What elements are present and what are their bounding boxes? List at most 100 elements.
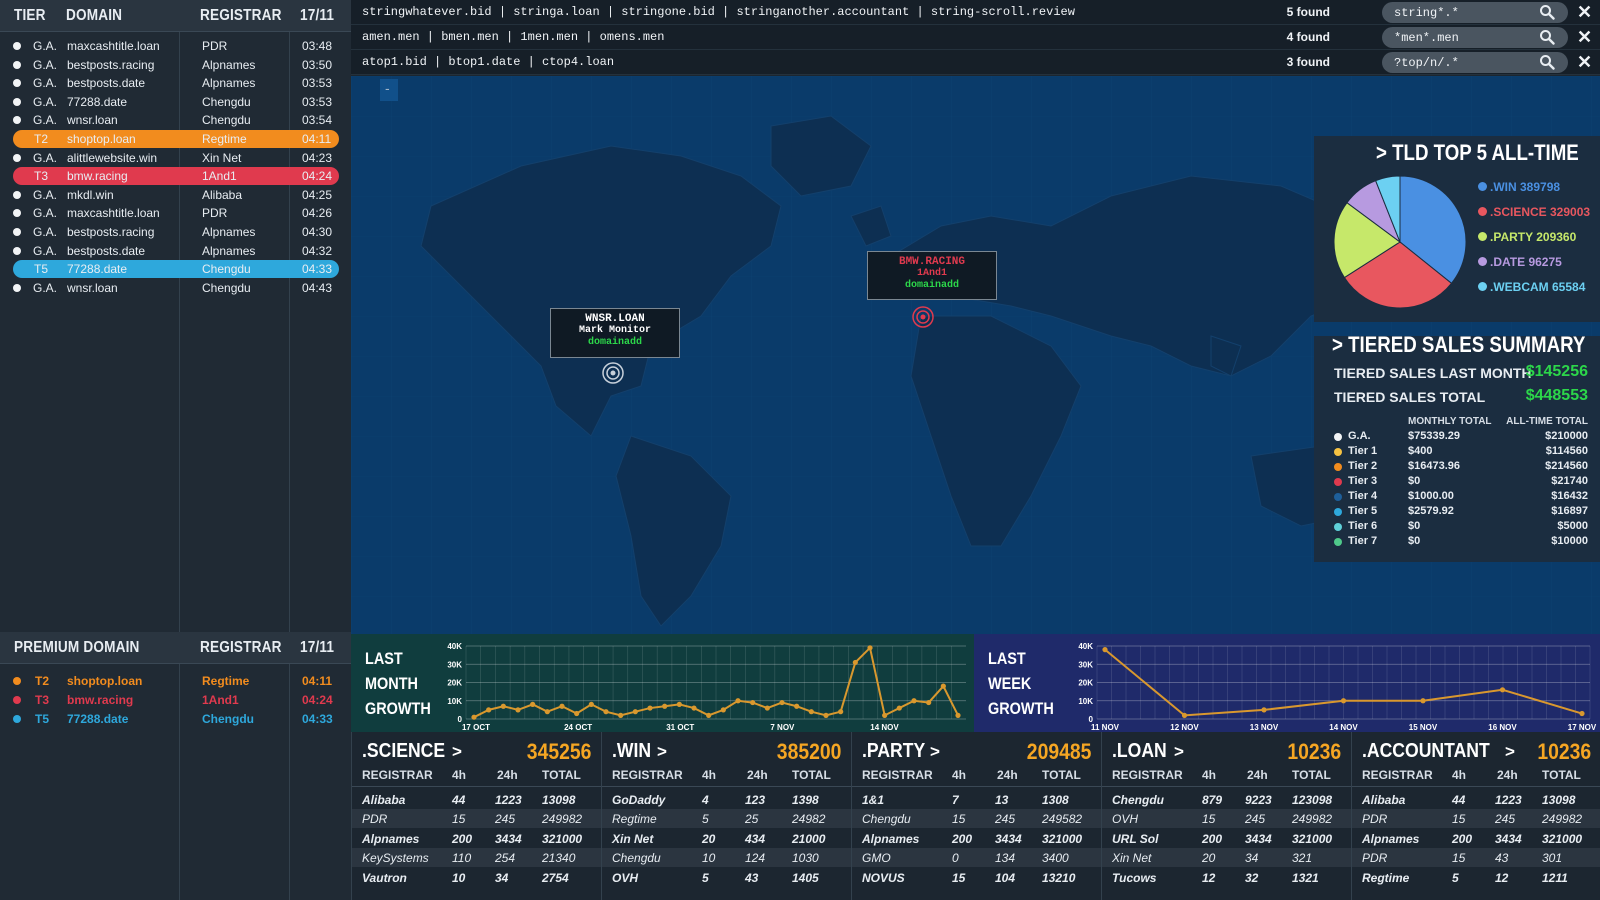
tld-name[interactable]: .ACCOUNTANT xyxy=(1362,740,1490,763)
table-row[interactable]: PDR 15 245 249982 xyxy=(1352,809,1600,829)
sale-row[interactable]: G.A. wnsr.loan Chengdu 04:43 xyxy=(0,279,351,297)
data-point[interactable] xyxy=(896,705,902,711)
premium-sale-row[interactable]: T2 shoptop.loan Regtime 04:11 xyxy=(0,672,351,690)
table-row[interactable]: PDR 15 245 249982 xyxy=(352,809,602,829)
data-point[interactable] xyxy=(1261,707,1267,713)
column-header[interactable]: 4h xyxy=(452,768,466,782)
data-point[interactable] xyxy=(1579,710,1585,717)
premium-domain-column-header[interactable]: PREMIUM DOMAIN xyxy=(14,639,140,657)
premium-sale-row[interactable]: T3 bmw.racing 1And1 04:24 xyxy=(0,691,351,709)
data-point[interactable] xyxy=(911,698,917,704)
search-icon[interactable] xyxy=(1539,54,1555,70)
table-row[interactable]: Regtime 5 12 1211 xyxy=(1352,868,1600,887)
data-point[interactable] xyxy=(515,707,521,713)
sale-row[interactable]: G.A. wnsr.loan Chengdu 03:54 xyxy=(0,111,351,129)
data-point[interactable] xyxy=(706,712,712,718)
column-header[interactable]: REGISTRAR xyxy=(362,768,433,782)
data-point[interactable] xyxy=(720,707,726,713)
table-row[interactable]: Alpnames 200 3434 321000 xyxy=(1352,829,1600,848)
data-point[interactable] xyxy=(1102,647,1108,653)
data-point[interactable] xyxy=(530,701,536,707)
column-header[interactable]: 24h xyxy=(1247,768,1268,782)
data-point[interactable] xyxy=(500,703,506,709)
table-row[interactable]: Vautron 10 34 2754 xyxy=(352,868,602,887)
sale-row[interactable]: T3 bmw.racing 1And1 04:24 xyxy=(13,167,339,186)
table-row[interactable]: PDR 15 43 301 xyxy=(1352,848,1600,868)
sale-row[interactable]: T2 shoptop.loan Regtime 04:11 xyxy=(13,130,339,148)
table-row[interactable]: GMO 0 134 3400 xyxy=(852,848,1102,868)
table-row[interactable]: 1&1 7 13 1308 xyxy=(852,790,1102,809)
data-point[interactable] xyxy=(852,659,858,666)
data-point[interactable] xyxy=(1499,687,1506,693)
column-header[interactable]: TOTAL xyxy=(1542,768,1581,782)
table-row[interactable]: Chengdu 15 245 249582 xyxy=(852,809,1102,829)
column-header[interactable]: 4h xyxy=(1452,768,1466,782)
column-header[interactable]: 24h xyxy=(747,768,768,782)
tld-name[interactable]: .WIN xyxy=(612,740,651,763)
data-point[interactable] xyxy=(486,707,492,713)
tier-column-header[interactable]: TIER xyxy=(14,7,46,25)
sale-row[interactable]: G.A. mkdl.win Alibaba 04:25 xyxy=(0,186,351,204)
column-header[interactable]: 24h xyxy=(1497,768,1518,782)
column-header[interactable]: TOTAL xyxy=(542,768,581,782)
data-point[interactable] xyxy=(691,705,697,711)
data-point[interactable] xyxy=(764,705,770,711)
chevron-right-icon[interactable]: > xyxy=(1174,742,1184,762)
column-header[interactable]: 4h xyxy=(1202,768,1216,782)
chevron-right-icon[interactable]: > xyxy=(657,742,667,762)
column-header[interactable]: TOTAL xyxy=(1042,768,1081,782)
table-row[interactable]: URL Sol 200 3434 321000 xyxy=(1102,829,1352,848)
data-point[interactable] xyxy=(1181,712,1188,718)
column-header[interactable]: 24h xyxy=(497,768,518,782)
sale-row[interactable]: G.A. maxcashtitle.loan PDR 03:48 xyxy=(0,37,351,55)
data-point[interactable] xyxy=(940,683,946,689)
map-callout-bmw[interactable]: BMW.RACING 1And1 domainadd xyxy=(867,251,997,300)
chevron-right-icon[interactable]: > xyxy=(930,742,940,762)
column-header[interactable]: 4h xyxy=(952,768,966,782)
search-results-list[interactable]: amen.men | bmen.men | 1men.men | omens.m… xyxy=(362,30,664,44)
sale-row[interactable]: G.A. alittlewebsite.win Xin Net 04:23 xyxy=(0,149,351,167)
close-icon[interactable]: ✕ xyxy=(1577,52,1592,73)
data-point[interactable] xyxy=(603,709,609,715)
table-row[interactable]: OVH 15 245 249982 xyxy=(1102,809,1352,829)
table-row[interactable]: Xin Net 20 434 21000 xyxy=(602,829,852,848)
registrar-column-header[interactable]: REGISTRAR xyxy=(200,7,282,25)
data-point[interactable] xyxy=(882,712,888,718)
table-row[interactable]: Chengdu 10 124 1030 xyxy=(602,848,852,868)
registrar-column-header[interactable]: REGISTRAR xyxy=(200,639,282,657)
zoom-out-label[interactable]: - xyxy=(385,80,390,96)
tld-name[interactable]: .PARTY xyxy=(862,740,925,763)
sale-row[interactable]: G.A. bestposts.date Alpnames 04:32 xyxy=(0,242,351,260)
close-icon[interactable]: ✕ xyxy=(1577,27,1592,48)
table-row[interactable]: Regtime 5 25 24982 xyxy=(602,809,852,829)
column-header[interactable]: TOTAL xyxy=(1292,768,1331,782)
data-point[interactable] xyxy=(867,645,873,651)
data-point[interactable] xyxy=(676,701,682,707)
date-column-header[interactable]: 17/11 xyxy=(300,639,334,657)
column-header[interactable]: TOTAL xyxy=(792,768,831,782)
search-icon[interactable] xyxy=(1539,4,1555,20)
table-row[interactable]: KeySystems 110 254 21340 xyxy=(352,848,602,868)
table-row[interactable]: Alpnames 200 3434 321000 xyxy=(352,829,602,848)
sale-row[interactable]: G.A. 77288.date Chengdu 03:53 xyxy=(0,93,351,111)
premium-sale-row[interactable]: T5 77288.date Chengdu 04:33 xyxy=(0,710,351,728)
table-row[interactable]: Chengdu 879 9223 123098 xyxy=(1102,790,1352,809)
table-row[interactable]: Alibaba 44 1223 13098 xyxy=(352,790,602,809)
data-point[interactable] xyxy=(794,703,800,709)
data-point[interactable] xyxy=(588,701,594,707)
data-point[interactable] xyxy=(926,699,932,706)
data-point[interactable] xyxy=(750,699,756,706)
data-point[interactable] xyxy=(618,712,624,718)
data-point[interactable] xyxy=(823,712,829,718)
table-row[interactable]: OVH 5 43 1405 xyxy=(602,868,852,887)
data-point[interactable] xyxy=(808,709,814,715)
map-callout-wnsr[interactable]: WNSR.LOAN Mark Monitor domainadd xyxy=(550,308,680,358)
sale-row[interactable]: G.A. bestposts.racing Alpnames 03:50 xyxy=(0,56,351,74)
domain-column-header[interactable]: DOMAIN xyxy=(66,7,122,25)
date-column-header[interactable]: 17/11 xyxy=(300,7,334,25)
data-point[interactable] xyxy=(559,703,565,709)
sale-row[interactable]: G.A. bestposts.racing Alpnames 04:30 xyxy=(0,223,351,241)
sale-row[interactable]: G.A. bestposts.date Alpnames 03:53 xyxy=(0,74,351,92)
data-point[interactable] xyxy=(544,709,550,715)
data-point[interactable] xyxy=(838,709,844,715)
